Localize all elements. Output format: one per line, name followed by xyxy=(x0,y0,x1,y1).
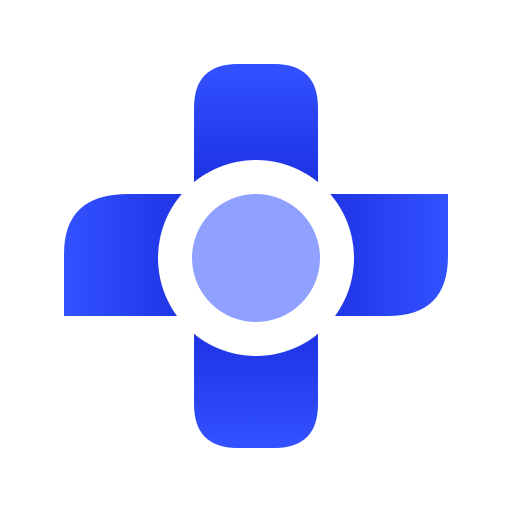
medical-cross-icon xyxy=(64,64,448,448)
center-dot xyxy=(192,194,320,322)
icon-canvas xyxy=(0,0,512,512)
